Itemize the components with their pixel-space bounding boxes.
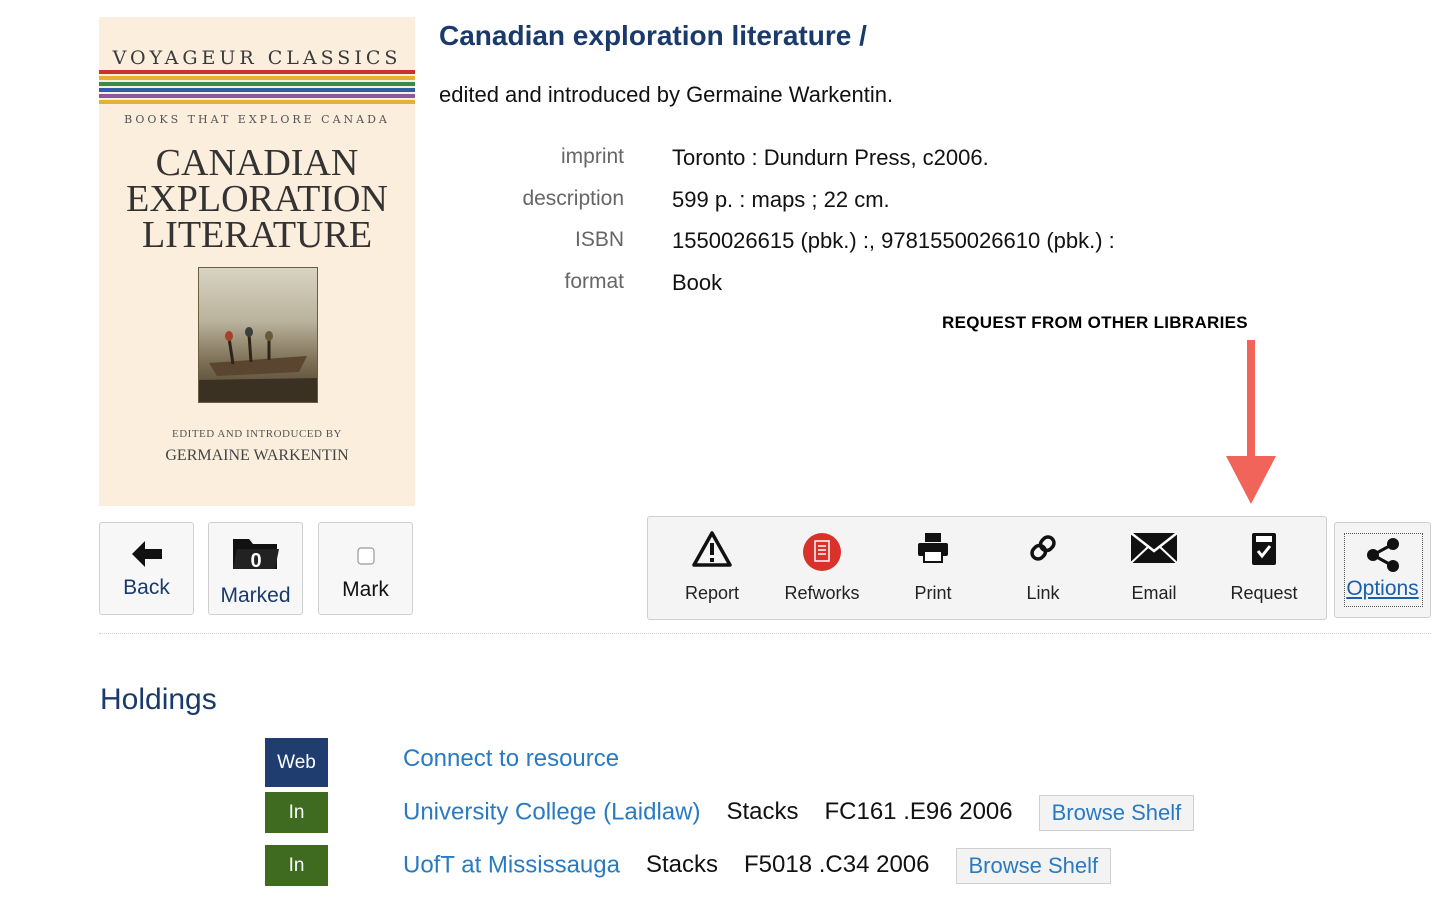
connect-resource-link[interactable]: Connect to resource [403,745,619,772]
report-button[interactable]: Report [657,517,767,619]
envelope-icon [1099,531,1209,575]
holding-row: University College (Laidlaw) Stacks FC161 … [403,795,1195,831]
library-link[interactable]: UofT at Mississauga [403,851,620,878]
field-isbn: ISBN 1550026615 (pbk.) :, 9781550026610 … [440,228,1340,270]
field-value: Book [672,269,723,295]
field-format: format Book [440,270,1340,312]
back-label: Back [123,576,170,599]
field-label: ISBN [574,228,624,251]
refworks-button[interactable]: Refworks [767,517,877,619]
call-number: F5018 .C34 2006 [744,851,930,879]
cover-series: VOYAGEUR CLASSICS [112,47,402,69]
marked-button[interactable]: 0 Marked [208,522,303,615]
email-button[interactable]: Email [1099,517,1209,619]
marked-label: Marked [220,584,291,607]
field-value: 599 p. : maps ; 22 cm. [672,186,890,212]
record-toolbar: Report Refworks Print Link Email Request [647,516,1327,620]
field-label: description [522,186,624,210]
marked-count: 0 [250,550,261,572]
link-label: Link [1026,583,1060,603]
mark-label: Mark [342,578,389,601]
status-badge: In [265,845,328,886]
request-icon [1209,531,1319,575]
cover-stripes [99,70,415,110]
checkbox-icon[interactable] [319,547,412,570]
call-number: FC161 .E96 2006 [824,798,1013,826]
cover-painting [198,267,318,403]
annotation-arrow-icon [1226,456,1276,504]
arrow-left-icon [100,539,193,574]
field-label: imprint [560,145,624,168]
field-imprint: imprint Toronto : Dundurn Press, c2006. [440,145,1340,187]
cover-title: CANADIAN EXPLORATION LITERATURE [126,142,388,256]
field-value: 1550026615 (pbk.) :, 9781550026610 (pbk.… [672,228,1115,253]
report-label: Report [684,583,740,603]
holding-row: UofT at Mississauga Stacks F5018 .C34 2006… [403,848,1112,884]
record-fields: imprint Toronto : Dundurn Press, c2006. … [440,145,1340,311]
holdings-heading: Holdings [100,683,217,716]
request-button[interactable]: Request [1209,517,1319,619]
link-button[interactable]: Link [988,517,1098,619]
record-statement: edited and introduced by Germaine Warken… [439,82,894,107]
request-label: Request [1230,583,1298,603]
browse-shelf-button[interactable]: Browse Shelf [955,848,1112,884]
location: Stacks [645,851,719,879]
cover-author: GERMAINE WARKENTIN [165,447,349,464]
status-badge: Web [265,738,328,787]
browse-shelf-button[interactable]: Browse Shelf [1038,795,1195,831]
refworks-label: Refworks [784,583,860,603]
holding-row: Connect to resource [403,745,619,773]
print-button[interactable]: Print [878,517,988,619]
back-button[interactable]: Back [99,522,194,615]
print-label: Print [914,583,952,603]
divider [99,633,1431,634]
field-description: description 599 p. : maps ; 22 cm. [440,187,1340,229]
options-label: Options [1346,577,1419,600]
link-icon [988,531,1098,575]
location: Stacks [726,798,799,826]
record-title: Canadian exploration literature / [439,20,867,51]
book-cover-image: VOYAGEUR CLASSICS BOOKS THAT EXPLORE CAN… [99,17,415,506]
status-badge: In [265,792,328,833]
warning-icon [657,531,767,575]
annotation-arrow-shaft [1247,340,1255,458]
share-icon [1335,535,1430,580]
cover-byline: EDITED AND INTRODUCED BY [172,428,342,440]
field-value: Toronto : Dundurn Press, c2006. [672,145,989,170]
library-link[interactable]: University College (Laidlaw) [403,798,700,825]
email-label: Email [1131,583,1177,603]
annotation-label: REQUEST FROM OTHER LIBRARIES [942,313,1248,332]
refworks-icon [767,531,877,575]
printer-icon [878,531,988,575]
cover-tagline: BOOKS THAT EXPLORE CANADA [124,113,390,126]
options-button[interactable]: Options [1334,522,1431,618]
folder-icon: 0 [209,535,302,578]
field-label: format [564,269,624,293]
mark-button[interactable]: Mark [318,522,413,615]
